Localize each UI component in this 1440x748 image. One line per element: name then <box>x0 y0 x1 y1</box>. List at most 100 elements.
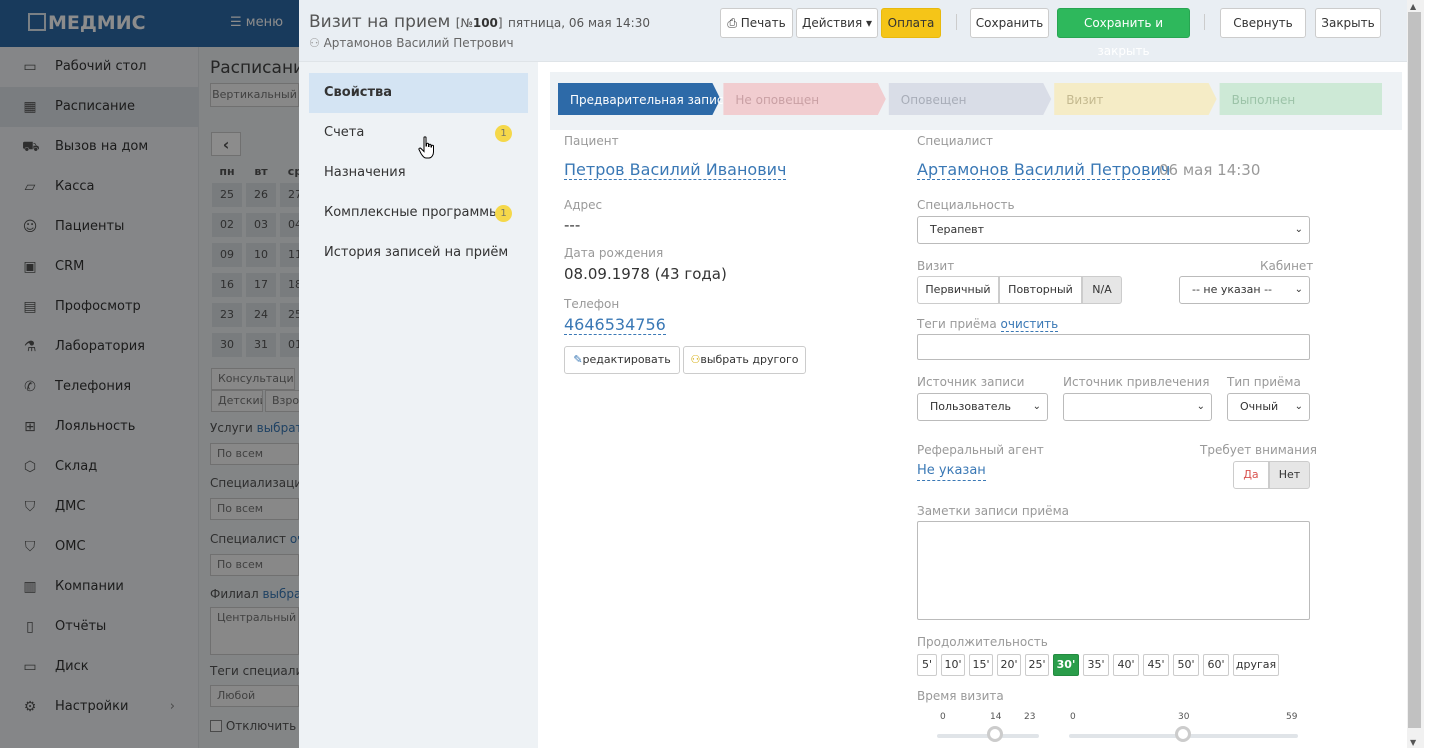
visit-datetime: пятница, 06 мая 14:30 <box>508 16 650 30</box>
specialist-name-link[interactable]: Артамонов Василий Петрович <box>917 161 1171 180</box>
cabinet-label: Кабинет <box>1260 259 1314 273</box>
header-divider <box>956 14 957 30</box>
dob-label: Дата рождения <box>564 246 664 260</box>
caret-down-icon: ▾ <box>862 16 873 30</box>
modal-tab[interactable]: История записей на приём <box>309 233 528 273</box>
hand-cursor-icon <box>418 136 434 159</box>
patient-name-link[interactable]: Петров Василий Иванович <box>564 161 787 180</box>
attract-select[interactable]: ⌄ <box>1063 393 1212 421</box>
modal-title: Визит на прием [№100] пятница, 06 мая 14… <box>309 12 650 32</box>
duration-button[interactable]: 35' <box>1083 654 1109 676</box>
source-label: Источник записи <box>917 375 1025 389</box>
status-step-label: Не оповещен <box>735 93 819 107</box>
hour-max-label: 23 <box>1024 712 1036 722</box>
visit-primary-button[interactable]: Первичный <box>917 276 999 304</box>
notes-textarea[interactable] <box>917 521 1310 620</box>
modal-doctor: ⚇ Артамонов Василий Петрович <box>309 36 514 50</box>
visit-na-button[interactable]: N/A <box>1082 276 1122 304</box>
pay-button[interactable]: Оплата <box>881 8 941 38</box>
source-select[interactable]: Пользователь ⌄ <box>917 393 1048 421</box>
specialist-time: 06 мая 14:30 <box>1159 161 1261 179</box>
address-label: Адрес <box>564 198 603 212</box>
header-divider <box>1204 14 1205 30</box>
minute-value-label: 30 <box>1178 712 1190 722</box>
chevron-down-icon: ⌄ <box>1294 401 1303 412</box>
save-button[interactable]: Сохранить <box>970 8 1049 38</box>
modal-tab-label: История записей на приём <box>324 245 509 260</box>
minimize-button[interactable]: Свернуть <box>1220 8 1306 38</box>
specialty-select[interactable]: Терапевт ⌄ <box>917 216 1310 244</box>
dob-value: 08.09.1978 (43 года) <box>564 265 727 283</box>
attention-no-button[interactable]: Нет <box>1269 461 1310 489</box>
chevron-down-icon: ⌄ <box>1196 401 1205 412</box>
hour-value-label: 14 <box>990 712 1002 722</box>
specialty-label: Специальность <box>917 198 1015 212</box>
modal-tab-label: Комплексные программы <box>324 205 500 220</box>
referral-label: Реферальный агент <box>917 443 1044 457</box>
duration-button[interactable]: 10' <box>941 654 965 676</box>
duration-label: Продолжительность <box>917 635 1048 649</box>
tags-label: Теги приёма очистить <box>917 317 1059 332</box>
phone-link[interactable]: 4646534756 <box>564 316 666 335</box>
tags-input[interactable] <box>917 334 1310 360</box>
count-badge: 1 <box>495 205 512 222</box>
minute-min-label: 0 <box>1070 712 1076 722</box>
scroll-up-icon[interactable]: ▲ <box>1410 2 1416 11</box>
modal-tab[interactable]: Комплексные программы 1 <box>309 193 528 233</box>
duration-button[interactable]: 30' <box>1053 654 1079 676</box>
tags-clear-link[interactable]: очистить <box>1000 317 1059 332</box>
duration-button[interactable]: 45' <box>1143 654 1169 676</box>
count-badge: 1 <box>495 125 512 142</box>
choose-patient-button[interactable]: ⚇выбрать другого <box>683 346 806 374</box>
modal-tab[interactable]: Свойства <box>309 73 528 113</box>
modal-backdrop[interactable] <box>0 0 299 748</box>
modal-tabs: Свойства Счета 1 Назначения Комплексные прог… <box>299 62 538 748</box>
scroll-down-icon[interactable]: ▼ <box>1410 738 1416 747</box>
modal-header: Визит на прием [№100] пятница, 06 мая 14… <box>299 0 1407 62</box>
attention-yes-button[interactable]: Да <box>1233 461 1269 489</box>
status-step-label: Выполнен <box>1232 93 1296 107</box>
attract-label: Источник привлечения <box>1063 375 1210 389</box>
visit-kind-label: Тип приёма <box>1227 375 1301 389</box>
scrollbar-thumb[interactable] <box>1408 12 1421 728</box>
duration-button[interactable]: 20' <box>997 654 1021 676</box>
minute-max-label: 59 <box>1286 712 1298 722</box>
cabinet-select[interactable]: -- не указан -- ⌄ <box>1179 276 1310 304</box>
visit-type-label: Визит <box>917 259 955 273</box>
phone-label: Телефон <box>564 297 620 311</box>
status-step-label: Визит <box>1066 93 1103 107</box>
duration-button[interactable]: 5' <box>917 654 937 676</box>
edit-patient-button[interactable]: ✎редактировать <box>564 346 680 374</box>
chevron-down-icon: ⌄ <box>1294 284 1303 295</box>
user-icon: ⚇ <box>309 36 324 50</box>
visit-repeat-button[interactable]: Повторный <box>999 276 1082 304</box>
duration-button[interactable]: 15' <box>969 654 993 676</box>
visit-time-label: Время визита <box>917 689 1004 703</box>
attention-label: Требует внимания <box>1200 443 1318 457</box>
duration-button[interactable]: 50' <box>1173 654 1199 676</box>
hour-slider-handle[interactable] <box>987 726 1003 742</box>
address-value: --- <box>564 216 581 234</box>
duration-button[interactable]: 60' <box>1203 654 1229 676</box>
visit-kind-select[interactable]: Очный ⌄ <box>1227 393 1310 421</box>
print-button[interactable]: ⎙ Печать <box>720 8 793 38</box>
specialist-label: Специалист <box>917 134 993 148</box>
duration-button[interactable]: 40' <box>1113 654 1139 676</box>
users-icon: ⚇ <box>690 353 701 366</box>
properties-panel: Предварительная запись Не оповещен Оповеще… <box>538 62 1407 748</box>
chevron-down-icon: ⌄ <box>1032 401 1041 412</box>
printer-icon: ⎙ <box>727 16 741 30</box>
duration-button[interactable]: другая <box>1233 654 1279 676</box>
patient-label: Пациент <box>564 134 619 148</box>
referral-link[interactable]: Не указан <box>917 462 986 481</box>
hour-min-label: 0 <box>940 712 946 722</box>
save-close-button[interactable]: Сохранить и закрыть <box>1057 8 1190 58</box>
actions-dropdown-button[interactable]: Действия ▾ <box>796 8 878 38</box>
status-step-label: Оповещен <box>901 93 967 107</box>
modal-tab-label: Счета <box>324 125 365 140</box>
minute-slider-handle[interactable] <box>1175 726 1191 742</box>
close-button[interactable]: Закрыть <box>1315 8 1381 38</box>
visit-modal: Визит на прием [№100] пятница, 06 мая 14… <box>299 0 1440 748</box>
status-steps-arrows: Предварительная запись Не оповещен Оповеще… <box>558 83 1382 115</box>
duration-button[interactable]: 25' <box>1025 654 1049 676</box>
